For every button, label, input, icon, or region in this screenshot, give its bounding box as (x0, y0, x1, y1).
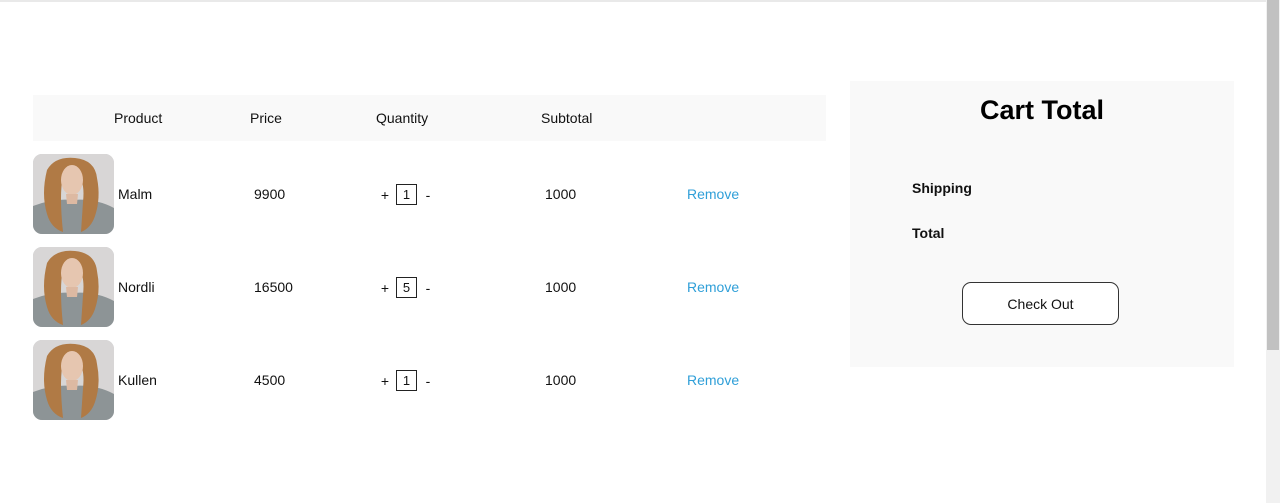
cart-page: Product Price Quantity Subtotal Malm 990… (0, 0, 1280, 503)
qty-decrease-button[interactable]: - (423, 187, 433, 203)
quantity-input[interactable] (396, 184, 417, 205)
cart-row: Malm 9900 + - 1000 Remove (33, 154, 826, 234)
cart-row: Nordli 16500 + - 1000 Remove (33, 247, 826, 327)
scrollbar-thumb[interactable] (1267, 0, 1279, 350)
product-name: Kullen (118, 372, 157, 388)
product-photo-icon (33, 340, 114, 420)
remove-link[interactable]: Remove (687, 372, 739, 388)
cart-total-panel: Cart Total Shipping Total Check Out (850, 81, 1234, 367)
header-price: Price (250, 110, 282, 126)
header-subtotal: Subtotal (541, 110, 593, 126)
top-divider (0, 0, 1266, 2)
remove-link[interactable]: Remove (687, 186, 739, 202)
quantity-input[interactable] (396, 370, 417, 391)
product-subtotal: 1000 (545, 186, 577, 202)
product-thumbnail[interactable] (33, 247, 114, 327)
header-quantity: Quantity (376, 110, 429, 126)
cart-table: Product Price Quantity Subtotal Malm 990… (33, 95, 826, 420)
product-subtotal: 1000 (545, 279, 577, 295)
quantity-input[interactable] (396, 277, 417, 298)
page-scrollbar[interactable] (1266, 0, 1280, 503)
product-thumbnail[interactable] (33, 340, 114, 420)
qty-increase-button[interactable]: + (380, 373, 390, 389)
product-thumbnail[interactable] (33, 154, 114, 234)
cart-table-header: Product Price Quantity Subtotal (33, 95, 826, 141)
product-photo-icon (33, 154, 114, 234)
cart-total-title: Cart Total (979, 95, 1104, 125)
product-price: 4500 (254, 372, 286, 388)
quantity-stepper: + - (380, 277, 433, 298)
quantity-stepper: + - (380, 370, 433, 391)
header-product: Product (114, 110, 163, 126)
qty-increase-button[interactable]: + (380, 187, 390, 203)
product-price: 9900 (254, 186, 286, 202)
product-subtotal: 1000 (545, 372, 577, 388)
qty-increase-button[interactable]: + (380, 280, 390, 296)
product-price: 16500 (254, 279, 293, 295)
product-name: Nordli (118, 279, 155, 295)
qty-decrease-button[interactable]: - (423, 373, 433, 389)
checkout-button[interactable]: Check Out (962, 282, 1119, 325)
qty-decrease-button[interactable]: - (423, 280, 433, 296)
total-label: Total (912, 225, 945, 241)
shipping-label: Shipping (912, 180, 972, 196)
quantity-stepper: + - (380, 184, 433, 205)
cart-row: Kullen 4500 + - 1000 Remove (33, 340, 826, 420)
product-name: Malm (118, 186, 153, 202)
remove-link[interactable]: Remove (687, 279, 739, 295)
product-photo-icon (33, 247, 114, 327)
